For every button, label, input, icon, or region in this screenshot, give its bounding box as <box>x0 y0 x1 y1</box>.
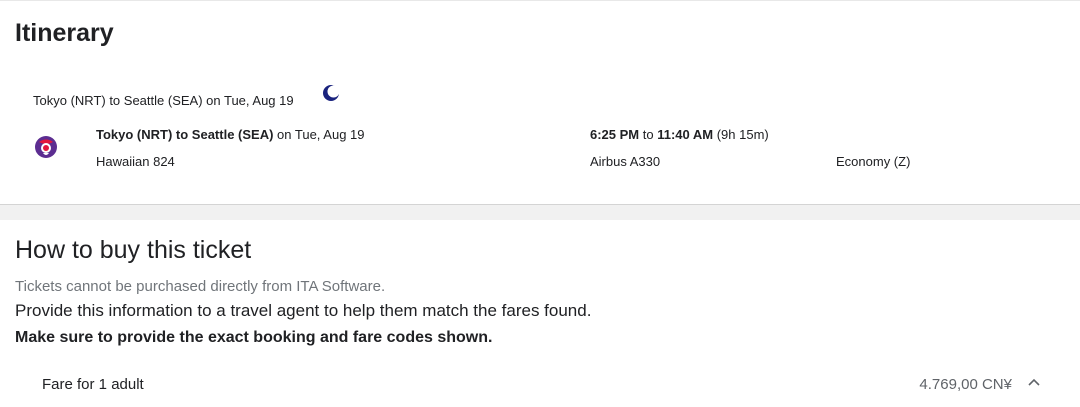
fare-label: Fare for 1 adult <box>42 376 144 393</box>
itinerary-title: Itinerary <box>15 19 114 47</box>
arrival-time: 11:40 AM <box>657 127 714 142</box>
segment-date: on Tue, Aug 19 <box>273 127 365 142</box>
times-connector: to <box>639 127 658 142</box>
fare-summary-row[interactable]: Fare for 1 adult 4.769,00 CN¥ <box>0 368 1080 404</box>
segment-flight-number: Hawaiian 824 <box>96 154 175 169</box>
itinerary-card: Itinerary Tokyo (NRT) to Seattle (SEA) o… <box>0 0 1080 204</box>
segment-route-airports: Tokyo (NRT) to Seattle (SEA) <box>96 127 274 142</box>
chevron-up-icon[interactable] <box>1026 374 1042 390</box>
departure-time: 6:25 PM <box>590 127 640 142</box>
segment-route: Tokyo (NRT) to Seattle (SEA) on Tue, Aug… <box>96 127 365 142</box>
leg-header: Tokyo (NRT) to Seattle (SEA) on Tue, Aug… <box>33 93 294 108</box>
segment-times: 6:25 PM to 11:40 AM (9h 15m) <box>590 127 769 142</box>
flight-duration: (9h 15m) <box>713 127 769 142</box>
segment-aircraft: Airbus A330 <box>590 154 661 169</box>
how-to-buy-title: How to buy this ticket <box>15 236 252 264</box>
hawaiian-airlines-logo <box>35 136 57 158</box>
how-to-buy-card: How to buy this ticket Tickets cannot be… <box>0 220 1080 407</box>
booking-codes-warning: Make sure to provide the exact booking a… <box>15 329 493 346</box>
section-divider <box>0 204 1080 220</box>
purchase-note: Tickets cannot be purchased directly fro… <box>15 278 386 295</box>
moon-icon <box>323 85 340 101</box>
fare-price: 4.769,00 CN¥ <box>919 376 1012 393</box>
page: Itinerary Tokyo (NRT) to Seattle (SEA) o… <box>0 0 1080 407</box>
travel-agent-instruction: Provide this information to a travel age… <box>15 301 592 320</box>
segment-cabin-class: Economy (Z) <box>836 154 911 169</box>
